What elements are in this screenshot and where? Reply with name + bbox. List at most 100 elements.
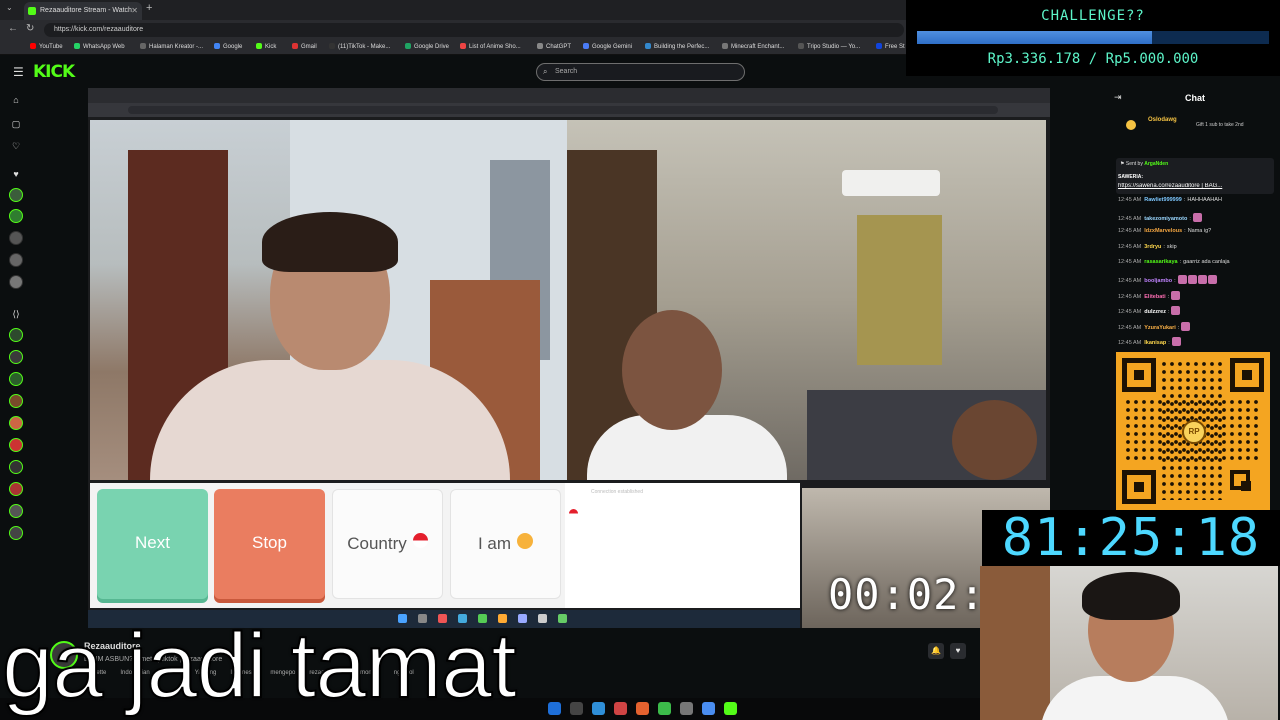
recommended-channel-avatar[interactable] <box>9 350 23 364</box>
recommended-channel-avatar[interactable] <box>9 372 23 386</box>
i-am-button[interactable]: I am <box>450 489 561 599</box>
chat-text: HAHHAAHAH <box>1187 197 1222 203</box>
bookmark-item[interactable]: Kick <box>256 43 276 50</box>
sent-by: ⚑ Sent by ArgaNden <box>1120 161 1169 167</box>
chat-colon: : <box>1184 228 1186 235</box>
subathon-timer: 81:25:18 <box>982 510 1280 566</box>
chat-timestamp: 12:45 AM <box>1118 340 1142 347</box>
chat-emote-icon <box>1181 321 1191 331</box>
followed-channel-avatar[interactable] <box>9 188 23 202</box>
bookmark-favicon-icon <box>460 43 466 49</box>
browse-icon[interactable]: ▢ <box>10 118 22 130</box>
taskbar-app-icon[interactable] <box>702 702 715 715</box>
recommended-channel-avatar[interactable] <box>9 526 23 540</box>
followed-channel-avatar[interactable] <box>9 209 23 223</box>
chat-username[interactable]: takezomiyamoto <box>1144 216 1187 222</box>
next-button[interactable]: Next <box>97 489 208 599</box>
reload-icon[interactable]: ↻ <box>26 23 34 34</box>
sent-by-user[interactable]: ArgaNden <box>1144 161 1168 167</box>
taskbar-app-icon[interactable] <box>570 702 583 715</box>
search-input[interactable]: ⌕ Search <box>536 63 745 81</box>
new-tab-icon[interactable]: + <box>146 2 152 14</box>
bookmark-item[interactable]: List of Anime Sho... <box>460 43 521 50</box>
recommended-channel-avatar[interactable] <box>9 416 23 430</box>
chat-username[interactable]: Elitebati <box>1144 294 1165 300</box>
edge-icon[interactable] <box>592 702 605 715</box>
follow-heart-icon[interactable]: ♥ <box>950 643 966 659</box>
bookmark-favicon-icon <box>329 43 335 49</box>
bookmark-label: List of Anime Sho... <box>469 44 521 50</box>
bookmark-favicon-icon <box>876 43 882 49</box>
brave-icon[interactable] <box>636 702 649 715</box>
back-arrow-icon[interactable]: ← <box>8 23 18 34</box>
home-icon[interactable]: ⌂ <box>10 94 22 106</box>
stop-button[interactable]: Stop <box>214 489 325 599</box>
recommended-channel-avatar[interactable] <box>9 504 23 518</box>
challenge-progress-bar <box>917 31 1269 44</box>
chat-title: Chat <box>1185 93 1205 103</box>
taskbar-app-icon[interactable] <box>658 702 671 715</box>
bookmark-item[interactable]: Tripo Studio — Yo... <box>798 43 860 50</box>
chat-emote-icon <box>1192 212 1202 222</box>
chat-username[interactable]: Rawliet999999 <box>1144 197 1182 203</box>
bookmark-item[interactable]: WhatsApp Web <box>74 43 125 50</box>
bookmark-item[interactable]: (11)TikTok - Make... <box>329 43 390 50</box>
followed-channel-avatar[interactable] <box>9 275 23 289</box>
chat-emote-icon <box>1171 306 1181 316</box>
menu-icon[interactable]: ☰ <box>13 65 24 79</box>
captured-browser-address <box>88 103 1050 117</box>
close-tab-icon[interactable]: ✕ <box>131 2 138 20</box>
chat-username[interactable]: 3rdryu <box>1144 244 1161 250</box>
chat-colon: : <box>1174 277 1176 284</box>
chat-text: Nama ig? <box>1187 228 1212 235</box>
chat-username[interactable]: YzuraYukari <box>1144 325 1176 331</box>
following-icon[interactable]: ♡ <box>10 140 22 152</box>
bookmark-item[interactable]: YouTube <box>30 43 63 50</box>
chat-username[interactable]: booljambo <box>1144 278 1172 284</box>
chat-username[interactable]: Ikanisap <box>1144 340 1166 346</box>
pinned-link[interactable]: https://saweria.co/rezaauditore | BAG... <box>1118 183 1268 189</box>
bookmark-item[interactable]: Google Drive <box>405 43 449 50</box>
followed-channel-avatar[interactable] <box>9 253 23 267</box>
bookmark-item[interactable]: Building the Perfec... <box>645 43 709 50</box>
country-button[interactable]: Country <box>332 489 443 599</box>
video-chat-controls: Next Stop Country I am <box>90 483 565 608</box>
chat-emote-icon <box>1171 290 1181 300</box>
tab-list-chevron-icon[interactable]: ⌄ <box>6 3 13 12</box>
followed-channel-avatar[interactable] <box>9 231 23 245</box>
bookmark-favicon-icon <box>645 43 651 49</box>
recommended-channel-avatar[interactable] <box>9 328 23 342</box>
bookmark-item[interactable]: Google Gemini <box>583 43 632 50</box>
notification-bell-icon[interactable]: 🔔 <box>928 643 944 659</box>
kick-logo[interactable]: KICK <box>33 62 75 82</box>
bookmark-item[interactable]: Halaman Kreator -... <box>140 43 203 50</box>
chat-username[interactable]: dulzzrez <box>1144 309 1166 315</box>
indonesia-flag-icon <box>412 533 428 548</box>
windows-start-icon[interactable] <box>548 702 561 715</box>
recommended-channel-avatar[interactable] <box>9 394 23 408</box>
recommended-icon: ⟨⟩ <box>12 309 20 319</box>
taskbar-app-icon[interactable] <box>614 702 627 715</box>
bookmark-item[interactable]: Minecraft Enchant... <box>722 43 784 50</box>
chat-emote-icon <box>1187 274 1197 284</box>
browser-tab[interactable]: Rezaauditore Stream - Watch ✕ <box>24 2 142 20</box>
chat-colon: : <box>1189 215 1191 222</box>
bookmark-item[interactable]: ChatGPT <box>537 43 571 50</box>
chat-message: 12:45 AM takezomiyamoto: <box>1118 212 1276 229</box>
bookmark-item[interactable]: Free St <box>876 43 905 50</box>
sub-leader-user[interactable]: Oslodawg <box>1148 117 1177 123</box>
bookmark-label: YouTube <box>39 44 63 50</box>
bookmark-label: (11)TikTok - Make... <box>338 44 391 50</box>
chat-username[interactable]: rasasarikaya <box>1144 259 1177 265</box>
recommended-channel-avatar[interactable] <box>9 438 23 452</box>
recommended-channel-avatar[interactable] <box>9 460 23 474</box>
challenge-title: CHALLENGE?? <box>1041 8 1145 24</box>
url-field[interactable]: https://kick.com/rezaauditore <box>44 23 904 37</box>
taskbar-app-icon[interactable] <box>724 702 737 715</box>
bookmark-item[interactable]: Gmail <box>292 43 317 50</box>
stream-player[interactable]: Next Stop Country I am Connection establ… <box>88 88 1050 628</box>
taskbar-app-icon[interactable] <box>680 702 693 715</box>
recommended-channel-avatar[interactable] <box>9 482 23 496</box>
chat-username[interactable]: IdzxMarvelous <box>1144 228 1182 234</box>
bookmark-item[interactable]: Google <box>214 43 242 50</box>
